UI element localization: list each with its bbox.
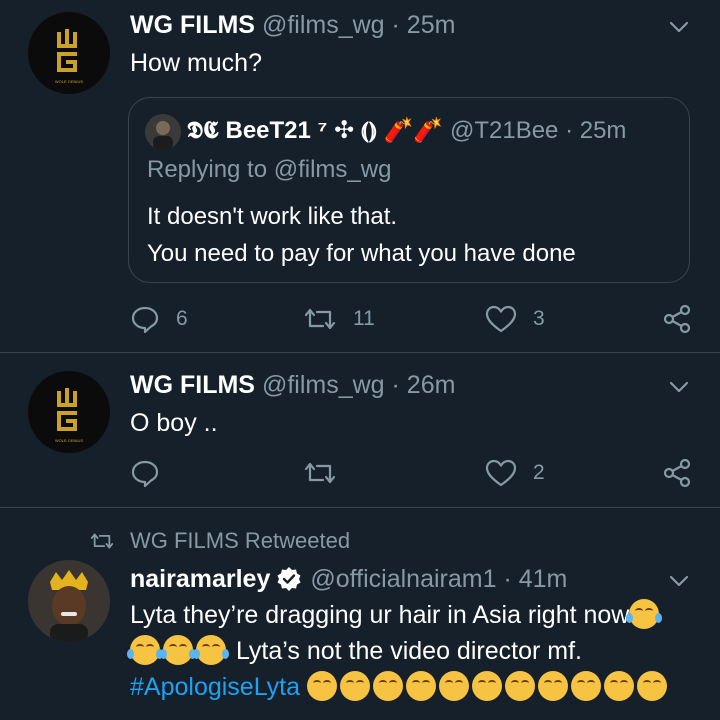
tears-of-joy-emoji	[373, 671, 403, 701]
retweet-button[interactable]	[303, 458, 353, 488]
author-handle[interactable]: @films_wg	[262, 11, 385, 39]
reply-button[interactable]	[130, 458, 176, 488]
retweet-icon	[304, 462, 336, 484]
tweet-header: WG FILMS @films_wg · 26m	[130, 370, 455, 400]
tears-of-joy-emoji	[637, 671, 667, 701]
hashtag-link[interactable]: #ApologiseLyta	[130, 673, 300, 701]
tweet-2[interactable]: WOLE GENIUS WG FILMS @films_wg · 26m O b…	[0, 353, 720, 507]
firecracker-emoji: 🧨🧨	[383, 117, 444, 144]
wg-films-avatar[interactable]: WOLE GENIUS	[28, 371, 110, 453]
nairamarley-avatar[interactable]	[28, 560, 110, 642]
tears-of-joy-emoji	[626, 599, 663, 629]
tears-of-joy-emoji	[160, 635, 196, 665]
tweet-text: Lyta they’re dragging ur hair in Asia ri…	[127, 597, 700, 705]
tears-of-joy-emoji	[505, 671, 535, 701]
like-icon	[485, 459, 517, 487]
tears-of-joy-emoji	[538, 671, 568, 701]
like-button[interactable]: 2	[485, 458, 545, 488]
beet21-avatar	[145, 114, 181, 150]
tears-of-joy-emoji	[571, 671, 601, 701]
tweet-3[interactable]: nairamarley @officialnairam1 · 41m Lyta t…	[0, 508, 720, 720]
reply-icon	[131, 306, 159, 334]
tweet-time[interactable]: · 25m	[392, 11, 456, 39]
tears-of-joy-emoji	[340, 671, 370, 701]
wg-films-avatar[interactable]: WOLE GENIUS	[28, 12, 110, 94]
share-icon[interactable]	[662, 458, 692, 488]
retweet-icon	[304, 308, 336, 330]
tweet-1[interactable]: WOLE GENIUS WG FILMS @films_wg · 25m How…	[0, 0, 720, 352]
tweet-text-line-2: Lyta’s not the video director mf.	[235, 637, 582, 665]
quoted-line-2: You need to pay for what you have done	[147, 240, 576, 267]
tweet-header: nairamarley @officialnairam1 · 41m	[130, 564, 567, 594]
quoted-line-1: It doesn't work like that.	[147, 203, 398, 230]
logo-caption: WOLE GENIUS	[55, 79, 84, 84]
retweet-button[interactable]: 11	[303, 304, 375, 334]
tweet-time[interactable]: · 41m	[503, 565, 567, 593]
chevron-down-icon[interactable]	[666, 14, 692, 40]
like-button[interactable]: 3	[485, 304, 545, 334]
tears-of-joy-emoji	[472, 671, 502, 701]
logo-caption: WOLE GENIUS	[55, 438, 84, 443]
like-count: 2	[533, 461, 545, 484]
replying-to: Replying to @films_wg	[147, 156, 392, 183]
reply-count: 6	[176, 307, 188, 330]
author-handle[interactable]: @officialnairam1	[310, 565, 496, 593]
author-name[interactable]: WG FILMS	[130, 11, 255, 39]
retweet-count: 11	[353, 307, 375, 330]
tweet-line-1: Lyta they’re dragging ur hair in Asia ri…	[130, 597, 700, 633]
tears-of-joy-emoji	[604, 671, 634, 701]
reply-icon	[131, 460, 159, 488]
tears-of-joy-emoji	[439, 671, 469, 701]
quoted-handle-time: @T21Bee · 25m	[449, 117, 627, 144]
tweet-text-line-1: Lyta they’re dragging ur hair in Asia ri…	[130, 601, 630, 629]
share-icon[interactable]	[662, 304, 692, 334]
reply-button[interactable]: 6	[130, 304, 188, 334]
author-name[interactable]: nairamarley	[130, 565, 270, 593]
author-name[interactable]: WG FILMS	[130, 371, 255, 399]
tears-of-joy-emoji	[406, 671, 436, 701]
tears-of-joy-emoji	[127, 635, 163, 665]
quoted-tweet[interactable]: 𝕯𝕮 BeeT21 ⁷ ✣ ⦅⦆ 🧨🧨 @T21Bee · 25m Replyi…	[128, 97, 690, 283]
like-icon	[485, 305, 517, 333]
verified-icon	[277, 567, 301, 591]
tweet-line-2: Lyta’s not the video director mf.	[127, 633, 700, 669]
tweet-time[interactable]: · 26m	[392, 371, 456, 399]
chevron-down-icon[interactable]	[666, 568, 692, 594]
tears-of-joy-emoji	[307, 671, 337, 701]
like-count: 3	[533, 307, 545, 330]
tweet-text: How much?	[130, 49, 262, 77]
author-handle[interactable]: @films_wg	[262, 371, 385, 399]
tweet-text: O boy ..	[130, 409, 218, 437]
quoted-header: 𝕯𝕮 BeeT21 ⁷ ✣ ⦅⦆ 🧨🧨 @T21Bee · 25m	[187, 115, 626, 147]
quoted-author-name: 𝕯𝕮 BeeT21 ⁷ ✣ ⦅⦆	[187, 117, 377, 144]
wg-logo-icon: WOLE GENIUS	[55, 388, 84, 443]
chevron-down-icon[interactable]	[666, 374, 692, 400]
tears-of-joy-emoji	[193, 635, 229, 665]
wg-logo-icon: WOLE GENIUS	[55, 29, 84, 84]
quoted-text: It doesn't work like that. You need to p…	[147, 198, 576, 272]
tweet-line-3: #ApologiseLyta	[130, 669, 700, 705]
tweet-header: WG FILMS @films_wg · 25m	[130, 10, 455, 40]
